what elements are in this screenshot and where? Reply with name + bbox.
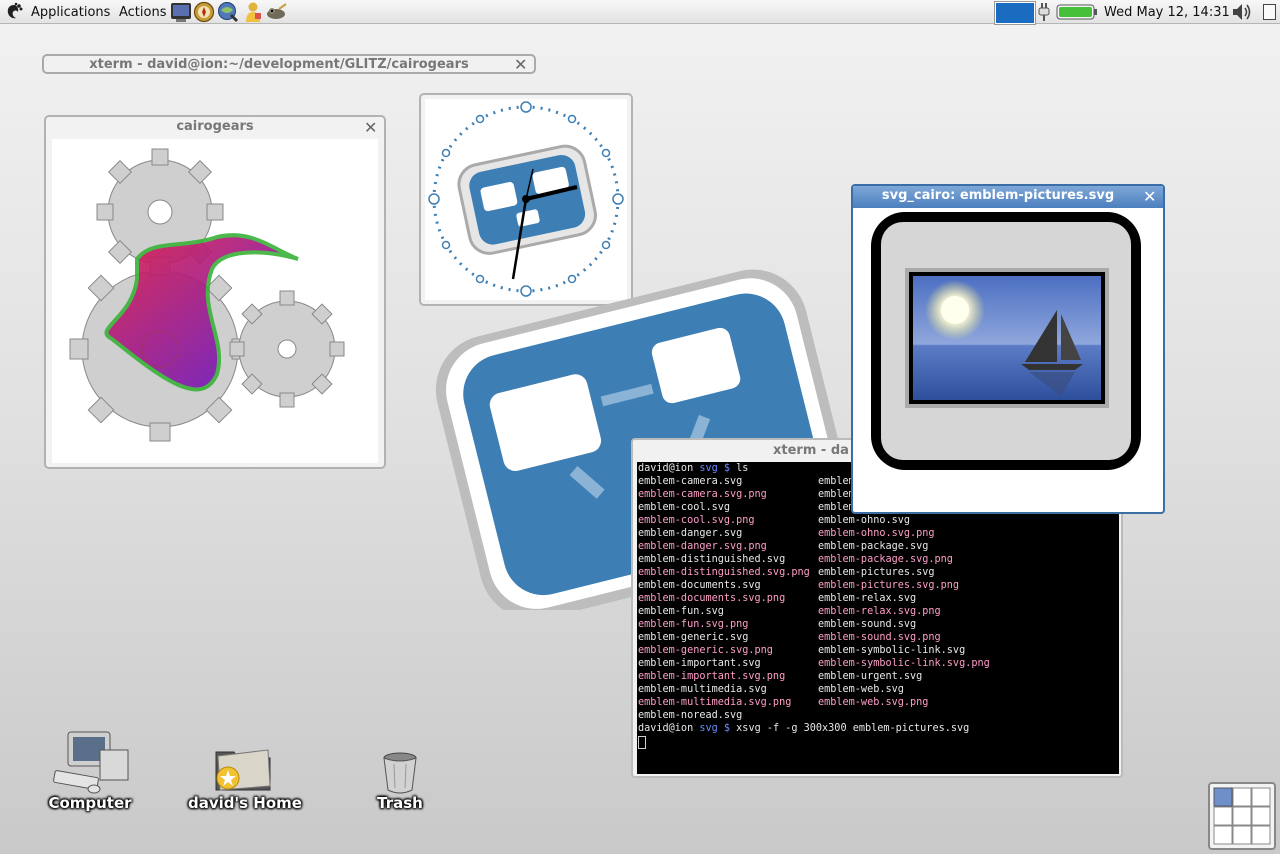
xterm-shaded-window[interactable]: xterm - david@ion:~/development/GLITZ/ca… (42, 54, 536, 74)
power-plug-icon (1036, 2, 1058, 24)
ls-entry: emblem-pictures.svg (818, 567, 935, 578)
ls-entry: emblem-package.svg.png (818, 554, 953, 565)
ls-entry: emblem-multimedia.svg.png (638, 697, 792, 708)
cairogears-window[interactable]: cairogears ✕ (44, 115, 386, 469)
window-titlebar[interactable]: svg_cairo: emblem-pictures.svg ✕ (853, 186, 1163, 208)
ls-entry: emblem-symbolic-link.svg (818, 645, 966, 656)
compass-launcher-icon[interactable] (193, 1, 215, 23)
home-folder-icon (215, 749, 271, 791)
battery-icon[interactable] (1056, 4, 1098, 24)
desktop-icon-trash[interactable]: Trash (340, 730, 460, 812)
ls-entry: emblem-relax.svg.png (818, 606, 941, 617)
ls-entry: emblem-distinguished.svg.png (638, 567, 810, 578)
desktop-icon-label: Trash (377, 794, 423, 812)
menu-applications[interactable]: Applications (31, 0, 110, 24)
volume-icon[interactable] (1231, 1, 1253, 23)
ls-entry: emblem-documents.svg (638, 580, 761, 591)
svg-cairo-window[interactable]: svg_cairo: emblem-pictures.svg ✕ (851, 184, 1165, 514)
ls-entry: emblem-danger.svg.png (638, 541, 767, 552)
window-title: xterm - david@ion:~/development/GLITZ/ca… (89, 57, 469, 72)
ls-entry: emblem-generic.svg (638, 632, 749, 643)
desktop-icon-label: Computer (48, 794, 132, 812)
svg-render-area (857, 210, 1159, 506)
ls-entry: emblem-web.svg.png (818, 697, 929, 708)
window-title: xterm - da (773, 443, 849, 458)
show-desktop-button[interactable] (1263, 4, 1276, 20)
top-panel: Applications Actions Wed May 12, 14:31 (0, 0, 1280, 24)
ls-entry: emblem-symbolic-link.svg.png (818, 658, 990, 669)
panel-clock[interactable]: Wed May 12, 14:31 (1104, 0, 1230, 24)
desktop-icon-computer[interactable]: Computer (30, 730, 150, 812)
terminal-launcher-icon[interactable] (170, 1, 192, 23)
ls-entry: emblem-noread.svg (638, 710, 743, 721)
close-icon[interactable]: ✕ (364, 120, 377, 136)
ls-entry: emblem-ohno.svg.png (818, 528, 935, 539)
ls-entry: emblem-generic.svg.png (638, 645, 773, 656)
window-title: cairogears (176, 119, 254, 134)
menu-actions[interactable]: Actions (119, 0, 167, 24)
ls-entry: emblem-important.svg.png (638, 671, 786, 682)
ls-entry: emblem-sound.svg (818, 619, 917, 630)
terminal-cursor (638, 736, 646, 749)
desktop-icon-home[interactable]: david's Home (186, 730, 306, 812)
gnome-foot-icon[interactable] (4, 0, 24, 24)
terminal-line: david@ion svg $ ls (638, 463, 749, 474)
cairogears-canvas (52, 139, 378, 463)
ls-entry: emblem-cool.svg.png (638, 515, 755, 526)
ls-entry: emblem-package.svg (818, 541, 929, 552)
computer-icon (53, 731, 129, 794)
gimp-launcher-icon[interactable] (265, 1, 287, 23)
ls-entry: emblem-camera.svg.png (638, 489, 767, 500)
ls-entry: emblem-documents.svg.png (638, 593, 786, 604)
ls-entry: emblem-urgent.svg (818, 671, 923, 682)
ls-entry: emblem-ohno.svg (818, 515, 911, 526)
terminal-line: david@ion svg $ xsvg -f -g 300x300 emble… (638, 723, 970, 734)
ls-entry: emblem-fun.svg.png (638, 619, 749, 630)
ls-entry: emblem-cool.svg (638, 502, 731, 513)
user-launcher-icon[interactable] (242, 1, 264, 23)
ls-entry: emblem (818, 489, 855, 500)
close-icon[interactable]: ✕ (514, 57, 527, 73)
desktop-icon-label: david's Home (188, 794, 302, 812)
ls-entry: emblem-danger.svg (638, 528, 743, 539)
window-title: svg_cairo: emblem-pictures.svg (881, 188, 1115, 203)
ls-entry: emblem-fun.svg (638, 606, 724, 617)
ls-entry: emblem-distinguished.svg (638, 554, 786, 565)
close-icon[interactable]: ✕ (1143, 189, 1156, 205)
workspace-indicator[interactable] (995, 2, 1035, 24)
ls-entry: emblem (818, 502, 855, 513)
ls-entry: emblem-relax.svg (818, 593, 917, 604)
workspace-switcher[interactable] (1208, 782, 1276, 850)
ls-entry: emblem-pictures.svg.png (818, 580, 960, 591)
ls-entry: emblem (818, 476, 855, 487)
ls-entry: emblem-important.svg (638, 658, 761, 669)
ls-entry: emblem-multimedia.svg (638, 684, 767, 695)
browser-launcher-icon[interactable] (217, 1, 239, 23)
ls-entry: emblem-camera.svg (638, 476, 743, 487)
ls-entry: emblem-web.svg (818, 684, 904, 695)
trash-icon (383, 752, 417, 794)
ls-entry: emblem-sound.svg.png (818, 632, 941, 643)
